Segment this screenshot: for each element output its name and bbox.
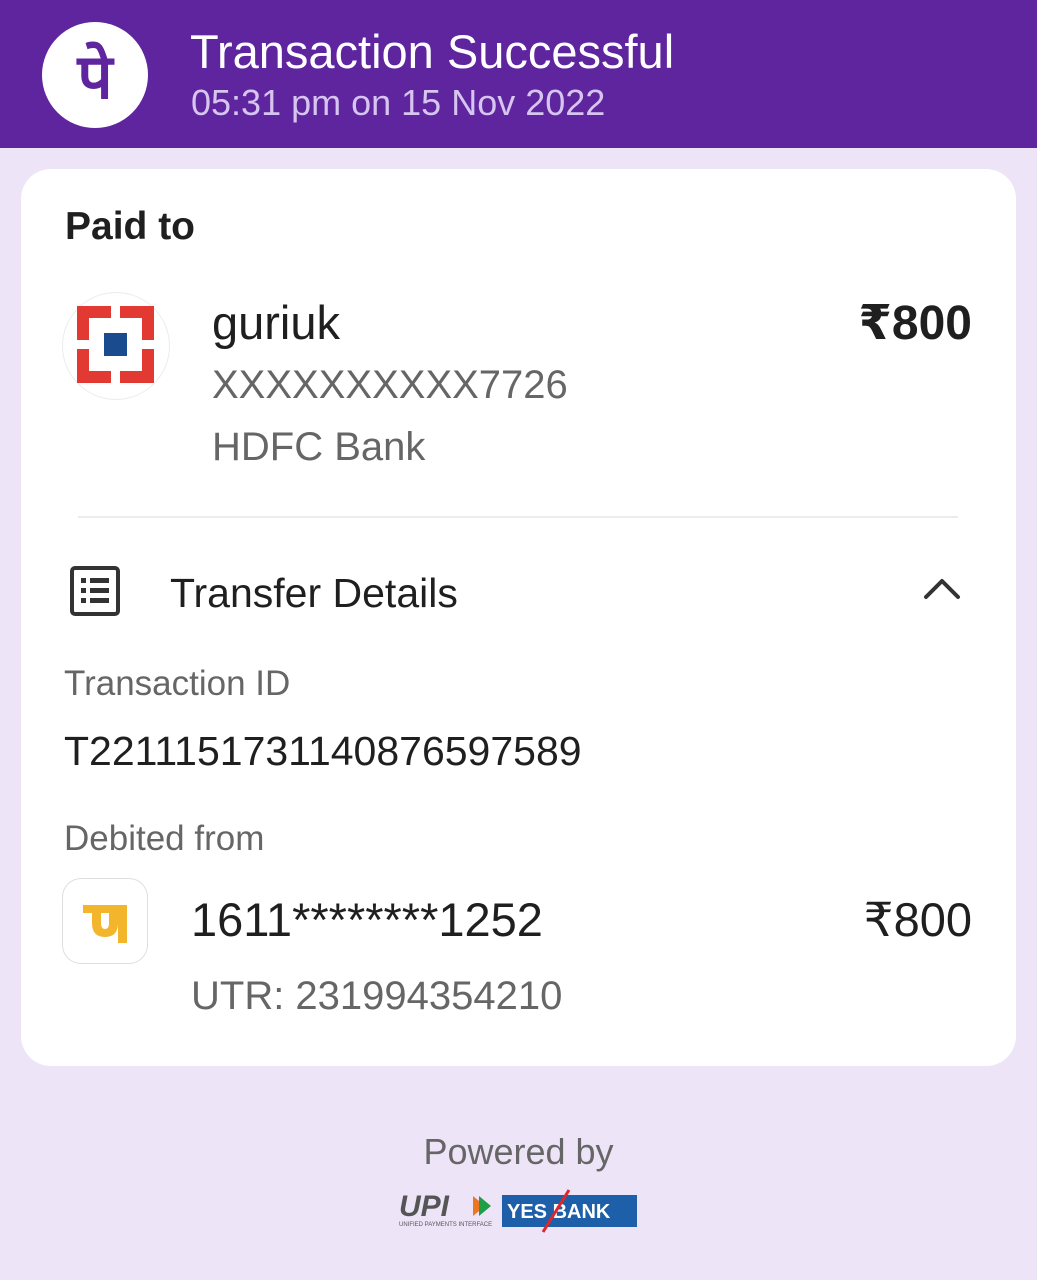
upi-logo: UPI UNIFIED PAYMENTS INTERFACE YES BANK	[399, 1189, 637, 1233]
header-bar: पे Transaction Successful 05:31 pm on 15…	[0, 0, 1037, 148]
utr-number: UTR: 231994354210	[191, 974, 563, 1018]
receipt-list-icon	[69, 565, 121, 622]
powered-by-label: Powered by	[423, 1131, 614, 1172]
debit-amount: ₹800	[863, 893, 972, 946]
svg-text:पे: पे	[76, 40, 115, 113]
pnb-bank-logo-icon	[63, 879, 147, 963]
transaction-card: Paid to guriuk XXXXXXXXXX7726 HDFC Bank …	[21, 169, 1016, 1066]
divider	[78, 516, 958, 518]
phonepe-logo: पे	[42, 22, 148, 128]
payee-bank-name: HDFC Bank	[212, 425, 426, 469]
chevron-up-icon[interactable]	[920, 573, 964, 608]
debit-account-number: 1611********1252	[191, 893, 543, 946]
status-title: Transaction Successful	[190, 25, 675, 78]
payee-name: guriuk	[212, 296, 341, 349]
transaction-datetime: 05:31 pm on 15 Nov 2022	[191, 82, 606, 123]
paid-to-label: Paid to	[65, 205, 196, 248]
svg-text:UNIFIED PAYMENTS INTERFACE: UNIFIED PAYMENTS INTERFACE	[399, 1222, 492, 1228]
partner-logos: UPI UNIFIED PAYMENTS INTERFACE YES BANK	[397, 1188, 639, 1236]
transaction-id-label: Transaction ID	[64, 664, 291, 703]
paid-amount: ₹800	[858, 297, 972, 350]
hdfc-bank-logo-icon	[63, 293, 169, 399]
transfer-details-toggle[interactable]: Transfer Details	[170, 570, 458, 617]
svg-text:UPI: UPI	[399, 1190, 450, 1223]
transaction-id-value: T2211151731140876597589	[64, 728, 582, 774]
debited-from-label: Debited from	[64, 819, 265, 858]
payee-account-number: XXXXXXXXXX7726	[212, 363, 568, 407]
